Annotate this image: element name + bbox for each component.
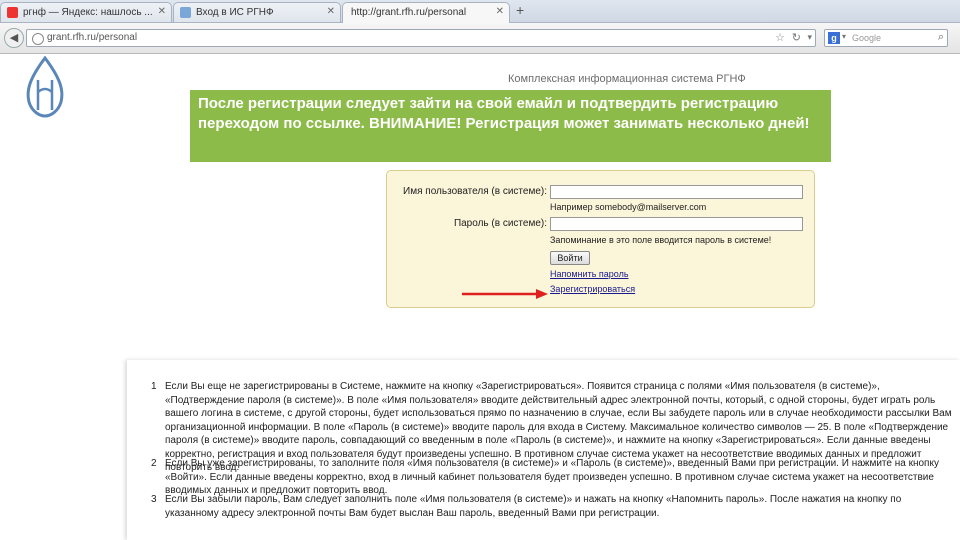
login-form: Имя пользователя (в системе): Например s… (386, 170, 815, 308)
instruction-number: 2 (151, 458, 157, 469)
instructions-panel: 1 Если Вы еще не зарегистрированы в Систе… (127, 360, 960, 540)
instruction-item: 2 Если Вы уже зарегистрированы, то заполн… (151, 457, 960, 498)
password-hint: Запоминание в это поле вводится пароль в… (550, 235, 772, 245)
search-engine-placeholder: Google (852, 33, 882, 43)
close-tab-icon[interactable]: ✕ (327, 6, 335, 17)
instruction-text: Если Вы уже зарегистрированы, то заполни… (165, 458, 939, 496)
password-label: Пароль (в системе): (453, 218, 547, 229)
url-text[interactable]: grant.rfh.ru/personal (47, 32, 137, 43)
remind-password-link[interactable]: Напомнить пароль (550, 269, 629, 279)
back-button[interactable]: ◀ (4, 28, 24, 48)
username-label: Имя пользователя (в системе): (403, 186, 547, 197)
system-title: Комплексная информационная система РГНФ (508, 73, 746, 85)
tab-personal[interactable]: http://grant.rfh.ru/personal ✕ (342, 2, 510, 23)
close-tab-icon[interactable]: ✕ (496, 6, 504, 17)
tab-yandex[interactable]: ргнф — Яндекс: нашлось ... ✕ (0, 2, 172, 22)
rgnf-favicon-icon (180, 7, 191, 18)
tab-strip: ргнф — Яндекс: нашлось ... ✕ Вход в ИС Р… (0, 0, 960, 23)
google-icon: g (828, 32, 840, 44)
username-input[interactable] (550, 185, 803, 199)
instruction-number: 3 (151, 494, 157, 505)
engine-dropdown-icon[interactable]: ▾ (842, 32, 846, 41)
instruction-number: 1 (151, 381, 157, 392)
bookmark-star-icon[interactable]: ☆ (775, 31, 785, 44)
reload-icon[interactable]: ↻ (792, 31, 801, 44)
red-arrow-icon (462, 289, 548, 299)
arrow-left-icon: ◀ (9, 32, 19, 44)
login-button[interactable]: Войти (550, 251, 590, 265)
tab-label: http://grant.rfh.ru/personal (351, 7, 467, 18)
instruction-item: 3 Если Вы забыли пароль, Вам следует запо… (151, 493, 960, 520)
tab-login-rgnf[interactable]: Вход в ИС РГНФ ✕ (173, 2, 341, 22)
username-hint: Например somebody@mailserver.com (550, 202, 707, 212)
instruction-text: Если Вы забыли пароль, Вам следует запол… (165, 494, 902, 519)
history-dropdown-icon[interactable]: ▾ (807, 32, 812, 43)
registration-notice: После регистрации следует зайти на свой … (190, 90, 831, 162)
globe-icon (32, 33, 44, 45)
search-bar[interactable]: g ▾ Google ⌕ (824, 29, 948, 47)
address-bar[interactable]: grant.rfh.ru/personal ☆ ▾ ↻ (26, 29, 816, 47)
new-tab-button[interactable]: + (516, 2, 524, 18)
rgnf-logo (26, 56, 64, 118)
yandex-favicon-icon (7, 7, 18, 18)
register-link[interactable]: Зарегистрироваться (550, 284, 635, 294)
tab-label: Вход в ИС РГНФ (196, 7, 274, 18)
navigation-bar: ◀ grant.rfh.ru/personal ☆ ▾ ↻ g ▾ Google… (0, 23, 960, 54)
tab-label: ргнф — Яндекс: нашлось ... (23, 7, 153, 18)
search-icon[interactable]: ⌕ (938, 31, 944, 44)
close-tab-icon[interactable]: ✕ (158, 6, 166, 17)
password-input[interactable] (550, 217, 803, 231)
